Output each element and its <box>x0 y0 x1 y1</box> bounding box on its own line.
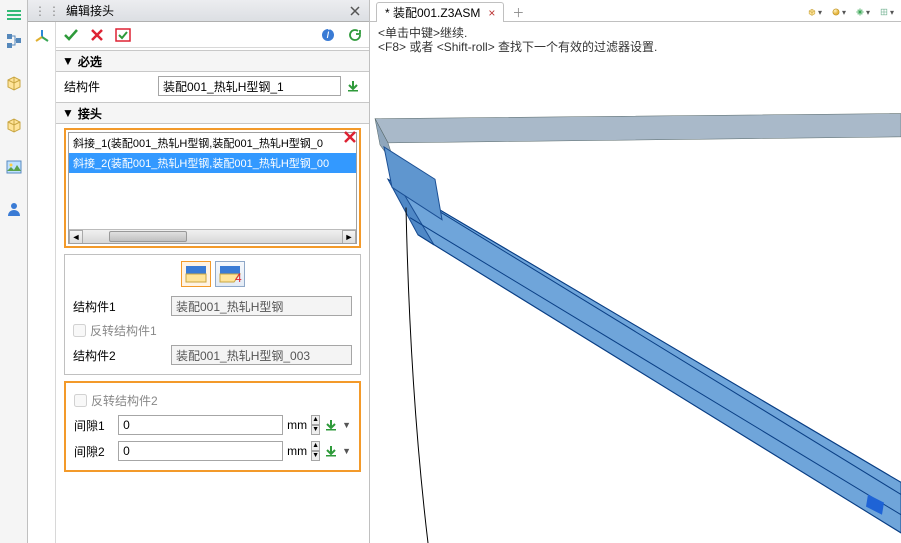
tab-active[interactable]: * 装配001.Z3ASM × <box>376 2 504 22</box>
box1-icon[interactable] <box>3 72 25 94</box>
joints-listbox-frame: 斜接_1(装配001_热轧H型钢,装配001_热轧H型钢_0 斜接_2(装配00… <box>64 128 361 248</box>
scroll-thumb[interactable] <box>109 231 187 242</box>
delete-joint-icon[interactable] <box>343 130 361 148</box>
axis-icon[interactable] <box>31 26 53 48</box>
panel-close-icon[interactable] <box>347 3 363 19</box>
tab-add-icon[interactable]: ＋ <box>508 3 528 21</box>
pick-target-icon[interactable] <box>345 76 361 96</box>
box2-icon[interactable] <box>3 114 25 136</box>
tree-icon[interactable] <box>3 30 25 52</box>
side-panel: ⋮⋮ 编辑接头 i ▼必选 结构件 <box>28 0 370 543</box>
gap1-menu-icon[interactable]: ▼ <box>342 420 351 430</box>
collapse-icon: ▼ <box>62 106 74 120</box>
panel-titlebar: ⋮⋮ 编辑接头 <box>28 0 369 22</box>
joints-listbox[interactable]: 斜接_1(装配001_热轧H型钢,装配001_热轧H型钢_0 斜接_2(装配00… <box>68 132 357 244</box>
struct-input[interactable] <box>158 76 341 96</box>
vertical-toolbar <box>0 0 28 543</box>
picture-icon[interactable] <box>3 156 25 178</box>
struct2-input[interactable] <box>171 345 352 365</box>
gap2-pick-icon[interactable] <box>324 441 338 461</box>
joint-params-box: 45° 结构件1 反转结构件1 结构件2 <box>64 254 361 375</box>
gap2-label: 间隙2 <box>74 443 114 460</box>
panel-gutter <box>28 22 56 543</box>
struct1-label: 结构件1 <box>73 298 167 315</box>
3d-viewport[interactable] <box>370 58 901 543</box>
gear-view-icon[interactable]: ▾ <box>853 2 873 22</box>
section-required[interactable]: ▼必选 <box>56 50 369 72</box>
gap1-label: 间隙1 <box>74 417 114 434</box>
form-area: ▼必选 结构件 ▼接头 斜接_1(装配001_热轧H型钢,装配001_热轧H型钢… <box>56 48 369 543</box>
collapse-icon: ▼ <box>62 54 74 68</box>
struct2-label: 结构件2 <box>73 347 167 364</box>
ball-view-icon[interactable]: ▾ <box>829 2 849 22</box>
apply-button[interactable] <box>112 25 134 45</box>
unit-label: mm <box>287 418 307 432</box>
gap1-input[interactable] <box>118 415 283 435</box>
person-icon[interactable] <box>3 198 25 220</box>
drag-handle-icon[interactable]: ⋮⋮ <box>34 4 62 18</box>
gap2-input[interactable] <box>118 441 283 461</box>
panel-title: 编辑接头 <box>66 2 347 19</box>
h-scrollbar[interactable]: ◄ ► <box>69 229 356 243</box>
flip2-checkbox[interactable]: 反转结构件2 <box>70 389 355 412</box>
ok-button[interactable] <box>60 25 82 45</box>
svg-text:45°: 45° <box>235 271 242 284</box>
list-item[interactable]: 斜接_1(装配001_热轧H型钢,装配001_热轧H型钢_0 <box>69 133 356 153</box>
section-joints[interactable]: ▼接头 <box>56 102 369 124</box>
tab-label: * 装配001.Z3ASM <box>385 4 480 21</box>
gap2-spinner[interactable]: ▲▼ <box>311 441 320 461</box>
scroll-track[interactable] <box>83 230 342 243</box>
gap2-menu-icon[interactable]: ▼ <box>342 446 351 456</box>
panel-action-row: i <box>56 22 369 48</box>
manager-icon[interactable] <box>3 4 25 26</box>
gap-params-box: 反转结构件2 间隙1 mm ▲▼ ▼ 间隙2 mm ▲▼ <box>64 381 361 472</box>
unit-label: mm <box>287 444 307 458</box>
cancel-button[interactable] <box>86 25 108 45</box>
gap1-spinner[interactable]: ▲▼ <box>311 415 320 435</box>
struct-label: 结构件 <box>64 78 154 95</box>
tab-close-icon[interactable]: × <box>488 6 495 20</box>
miter-type2-icon[interactable]: 45° <box>215 261 245 287</box>
viewport-column: * 装配001.Z3ASM × ＋ <单击中键>继续. <F8> 或者 <Shi… <box>370 0 901 543</box>
view-tools: ▾ ▾ ▾ ▾ <box>805 2 897 22</box>
flip1-checkbox[interactable]: 反转结构件1 <box>69 319 356 342</box>
info-icon[interactable]: i <box>317 25 339 45</box>
list-item[interactable]: 斜接_2(装配001_热轧H型钢,装配001_热轧H型钢_00 <box>69 153 356 173</box>
struct1-input[interactable] <box>171 296 352 316</box>
scroll-left-icon[interactable]: ◄ <box>69 230 83 244</box>
cube-view-icon[interactable]: ▾ <box>805 2 825 22</box>
svg-text:i: i <box>327 28 330 41</box>
miter-type1-icon[interactable] <box>181 261 211 287</box>
grid-view-icon[interactable]: ▾ <box>877 2 897 22</box>
reset-icon[interactable] <box>343 25 365 45</box>
scroll-right-icon[interactable]: ► <box>342 230 356 244</box>
hint-text: <单击中键>继续. <F8> 或者 <Shift-roll> 查找下一个有效的过… <box>370 22 901 58</box>
gap1-pick-icon[interactable] <box>324 415 338 435</box>
